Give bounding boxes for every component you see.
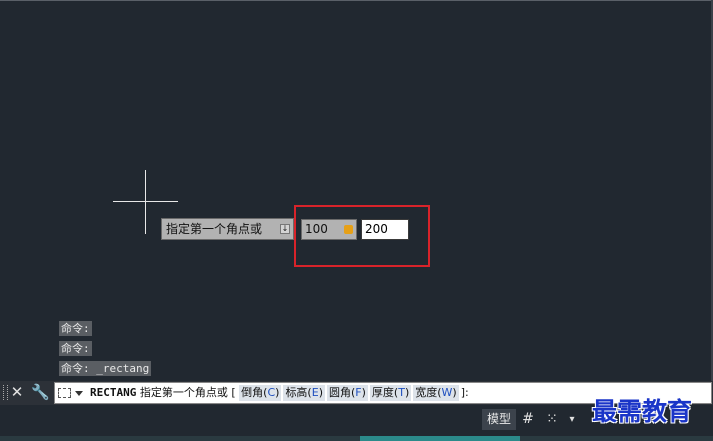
rectangle-command-icon	[58, 388, 71, 398]
highlight-annotation-frame	[294, 205, 430, 267]
dynamic-input-prompt: 指定第一个角点或 ↓	[161, 218, 294, 240]
command-prompt: 指定第一个角点或 [	[139, 386, 236, 399]
command-suffix: ]:	[460, 386, 469, 399]
option-width[interactable]: 宽度(W)	[413, 385, 459, 401]
option-fillet[interactable]: 圆角(F)	[326, 385, 368, 401]
model-tab-button[interactable]: 模型	[482, 409, 516, 430]
option-thickness[interactable]: 厚度(T)	[369, 385, 412, 401]
window-border-top	[0, 0, 713, 1]
history-line-1: 命令:	[59, 321, 92, 336]
dynamic-input-prompt-text: 指定第一个角点或	[166, 222, 263, 236]
recent-commands-dropdown-icon[interactable]	[75, 391, 83, 396]
grid-icon[interactable]: #	[519, 409, 537, 430]
snap-dropdown-icon[interactable]: ▾	[565, 409, 579, 430]
crosshair-vertical	[145, 170, 146, 234]
down-arrow-icon[interactable]: ↓	[280, 224, 290, 234]
drag-handle-icon[interactable]	[3, 385, 8, 400]
wrench-icon[interactable]: 🔧	[31, 382, 50, 402]
close-icon[interactable]: ✕	[10, 382, 24, 402]
history-line-2: 命令:	[59, 341, 92, 356]
bottom-strip	[0, 436, 713, 441]
history-line-3: 命令: _rectang	[59, 361, 152, 376]
snap-icon[interactable]: ⁙	[542, 409, 562, 430]
watermark-logo: 最需教育	[592, 397, 693, 426]
option-chamfer[interactable]: 倒角(C)	[239, 385, 282, 401]
command-text: RECTANG 指定第一个角点或 [ 倒角(C) 标高(E) 圆角(F) 厚度(T) 宽…	[90, 383, 469, 403]
command-name: RECTANG	[90, 386, 137, 399]
bottom-accent	[360, 436, 520, 441]
option-elevation[interactable]: 标高(E)	[283, 385, 325, 401]
